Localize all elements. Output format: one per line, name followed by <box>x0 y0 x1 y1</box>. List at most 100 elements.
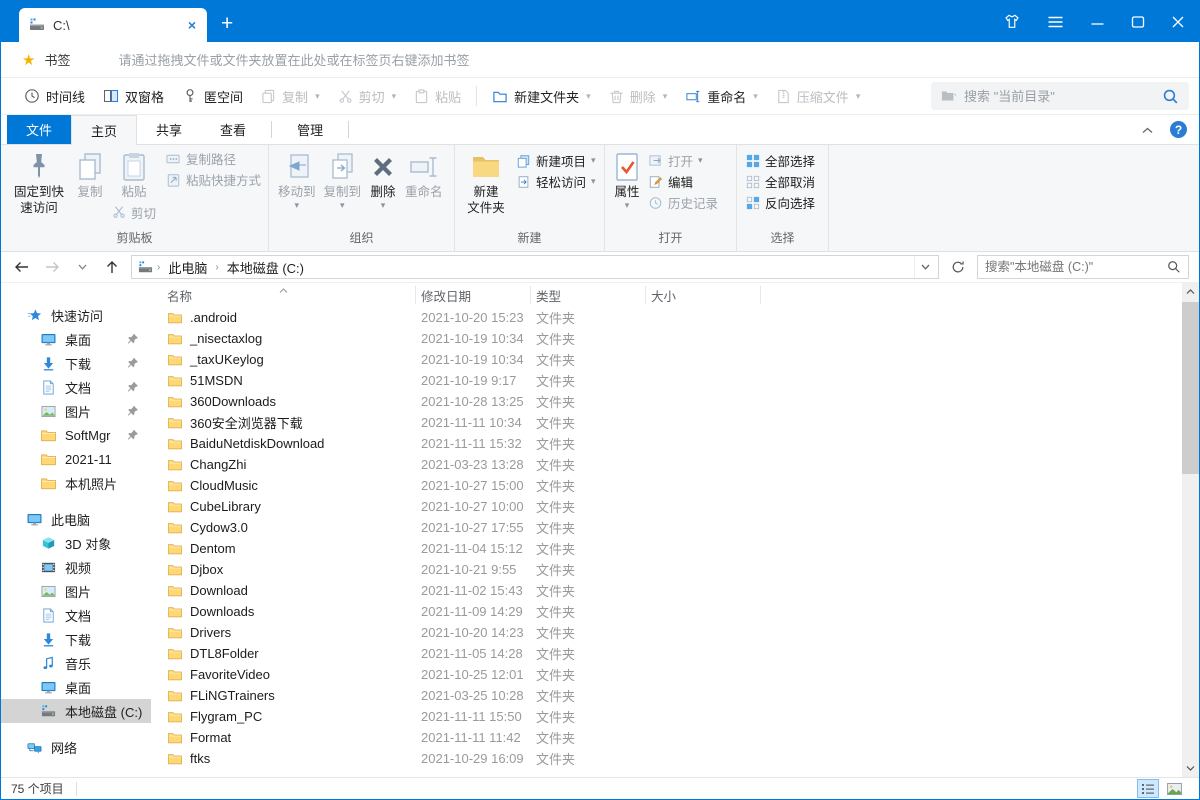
file-row[interactable]: FLiNGTrainers 2021-03-25 10:28 文件夹 <box>151 685 1182 706</box>
sidebar-item-desktop[interactable]: 桌面 <box>1 327 151 351</box>
tab-view[interactable]: 查看 <box>201 115 265 144</box>
file-row[interactable]: Flygram_PC 2021-11-11 15:50 文件夹 <box>151 706 1182 727</box>
scrollbar-thumb[interactable] <box>1182 302 1199 474</box>
file-row[interactable]: BaiduNetdiskDownload 2021-11-11 15:32 文件… <box>151 433 1182 454</box>
ribbon-rename-button[interactable]: 重命名 <box>401 148 447 202</box>
dual-pane-button[interactable]: 双窗格 <box>94 82 173 110</box>
file-row[interactable]: FavoriteVideo 2021-10-25 12:01 文件夹 <box>151 664 1182 685</box>
invert-selection-button[interactable]: 反向选择 <box>742 192 819 213</box>
sidebar-item-this-pc[interactable]: 此电脑 <box>1 507 151 531</box>
refresh-button[interactable] <box>947 256 969 278</box>
file-row[interactable]: _taxUKeylog 2021-10-19 10:34 文件夹 <box>151 349 1182 370</box>
easy-access-button[interactable]: 轻松访问 ▾ <box>512 171 600 192</box>
ribbon-cut-button[interactable]: 剪切 <box>108 202 160 223</box>
sidebar-item-softmgr[interactable]: SoftMgr <box>1 423 151 447</box>
file-row[interactable]: ftks 2021-10-29 16:09 文件夹 <box>151 748 1182 769</box>
history-button[interactable]: 历史记录 <box>644 192 722 213</box>
sidebar-item-local-disk-c[interactable]: 本地磁盘 (C:) <box>1 699 151 723</box>
sidebar-item-pictures[interactable]: 图片 <box>1 399 151 423</box>
delete-button[interactable]: 删除 ▾ <box>600 82 677 110</box>
tab-share[interactable]: 共享 <box>137 115 201 144</box>
sidebar-item-network[interactable]: 网络 <box>1 735 151 759</box>
hidden-space-button[interactable]: 匿空间 <box>173 82 252 110</box>
file-row[interactable]: _nisectaxlog 2021-10-19 10:34 文件夹 <box>151 328 1182 349</box>
scrollbar-track[interactable] <box>1182 300 1199 760</box>
tab-home[interactable]: 主页 <box>71 115 138 145</box>
scroll-down-icon[interactable] <box>1182 760 1199 777</box>
new-item-button[interactable]: 新建项目 ▾ <box>512 150 600 171</box>
sidebar-item-desktop-pc[interactable]: 桌面 <box>1 675 151 699</box>
vertical-scrollbar[interactable] <box>1182 283 1199 777</box>
sidebar-item-downloads-pc[interactable]: 下载 <box>1 627 151 651</box>
file-row[interactable]: DTL8Folder 2021-11-05 14:28 文件夹 <box>151 643 1182 664</box>
details-view-button[interactable] <box>1137 779 1159 798</box>
scroll-up-icon[interactable] <box>1182 283 1199 300</box>
close-button[interactable] <box>1171 15 1185 29</box>
file-row[interactable]: Download 2021-11-02 15:43 文件夹 <box>151 580 1182 601</box>
sidebar-item-downloads[interactable]: 下载 <box>1 351 151 375</box>
cut-button[interactable]: 剪切 ▾ <box>329 82 406 110</box>
sidebar-item-2021-11[interactable]: 2021-11 <box>1 447 151 471</box>
sidebar-item-videos[interactable]: 视频 <box>1 555 151 579</box>
ribbon-paste-button[interactable]: 粘贴 <box>108 148 160 202</box>
location-search-box[interactable] <box>977 255 1189 279</box>
file-row[interactable]: CubeLibrary 2021-10-27 10:00 文件夹 <box>151 496 1182 517</box>
open-button[interactable]: 打开 ▾ <box>644 150 722 171</box>
recent-locations-icon[interactable] <box>71 256 93 278</box>
collapse-ribbon-icon[interactable] <box>1142 121 1153 139</box>
ribbon-new-folder-button[interactable]: 新建 文件夹 <box>460 148 512 217</box>
sidebar-item-music[interactable]: 音乐 <box>1 651 151 675</box>
column-header-modified[interactable]: 修改日期 <box>416 286 531 304</box>
rename-button[interactable]: 重命名 ▾ <box>676 82 767 110</box>
sidebar-item-quick-access[interactable]: 快速访问 <box>1 303 151 327</box>
ribbon-copy-button[interactable]: 复制 <box>72 148 108 202</box>
tab-manage[interactable]: 管理 <box>278 115 342 144</box>
sidebar-item-local-photos[interactable]: 本机照片 <box>1 471 151 495</box>
file-row[interactable]: Dentom 2021-11-04 15:12 文件夹 <box>151 538 1182 559</box>
file-row[interactable]: ChangZhi 2021-03-23 13:28 文件夹 <box>151 454 1182 475</box>
thumbnail-view-button[interactable] <box>1163 779 1185 798</box>
pin-to-quick-access-button[interactable]: 固定到快 速访问 <box>6 148 72 217</box>
select-none-button[interactable]: 全部取消 <box>742 171 819 192</box>
bookmark-star-icon[interactable]: ★ <box>22 51 35 69</box>
minimize-button[interactable] <box>1090 16 1105 28</box>
file-row[interactable]: Format 2021-11-11 11:42 文件夹 <box>151 727 1182 748</box>
copy-path-button[interactable]: 复制路径 <box>162 148 265 169</box>
paste-button[interactable]: 粘贴 <box>405 82 470 110</box>
breadcrumb-this-pc[interactable]: 此电脑 <box>164 258 211 277</box>
sidebar-item-pictures-pc[interactable]: 图片 <box>1 579 151 603</box>
ribbon-delete-button[interactable]: 删除 ▾ <box>365 148 401 210</box>
sidebar-item-3d-objects[interactable]: 3D 对象 <box>1 531 151 555</box>
copy-button[interactable]: 复制 ▾ <box>252 82 329 110</box>
file-row[interactable]: 360Downloads 2021-10-28 13:25 文件夹 <box>151 391 1182 412</box>
toolbar-search-input[interactable] <box>964 88 1155 104</box>
file-row[interactable]: Drivers 2021-10-20 14:23 文件夹 <box>151 622 1182 643</box>
paste-shortcut-button[interactable]: 粘贴快捷方式 <box>162 169 265 190</box>
file-row[interactable]: Downloads 2021-11-09 14:29 文件夹 <box>151 601 1182 622</box>
file-row[interactable]: .android 2021-10-20 15:23 文件夹 <box>151 307 1182 328</box>
move-to-button[interactable]: 移动到 ▾ <box>274 148 320 210</box>
timeline-button[interactable]: 时间线 <box>15 82 94 110</box>
file-row[interactable]: 51MSDN 2021-10-19 9:17 文件夹 <box>151 370 1182 391</box>
menu-icon[interactable] <box>1047 15 1064 29</box>
sidebar-item-documents[interactable]: 文档 <box>1 375 151 399</box>
back-button[interactable] <box>11 256 33 278</box>
column-header-type[interactable]: 类型 <box>531 286 646 304</box>
address-dropdown-icon[interactable] <box>914 256 936 278</box>
tab-file[interactable]: 文件 <box>7 115 72 144</box>
tab-close-icon[interactable]: × <box>185 17 199 33</box>
copy-to-button[interactable]: 复制到 ▾ <box>320 148 366 210</box>
edit-button[interactable]: 编辑 <box>644 171 722 192</box>
compress-button[interactable]: 压缩文件 ▾ <box>767 82 870 110</box>
help-icon[interactable]: ? <box>1170 121 1187 138</box>
toolbar-search-box[interactable] <box>931 82 1189 110</box>
search-icon[interactable] <box>1167 260 1181 274</box>
column-header-size[interactable]: 大小 <box>646 286 761 304</box>
file-row[interactable]: Djbox 2021-10-21 9:55 文件夹 <box>151 559 1182 580</box>
tab-current[interactable]: C:\ × <box>19 8 207 42</box>
select-all-button[interactable]: 全部选择 <box>742 150 819 171</box>
forward-button[interactable] <box>41 256 63 278</box>
breadcrumb-local-disk-c[interactable]: 本地磁盘 (C:) <box>223 258 308 277</box>
address-box[interactable]: › 此电脑 › 本地磁盘 (C:) <box>131 255 939 279</box>
new-tab-button[interactable]: + <box>221 13 233 34</box>
